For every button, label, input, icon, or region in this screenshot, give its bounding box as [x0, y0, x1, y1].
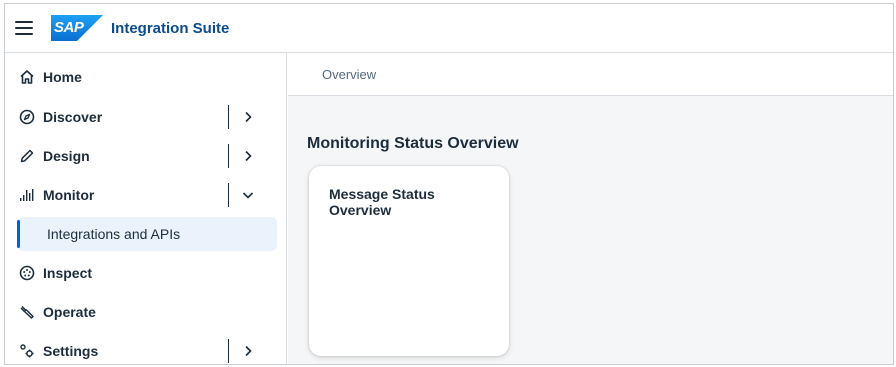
chevron-right-icon[interactable] [241, 344, 255, 358]
sidebar-item-settings[interactable]: Settings [5, 333, 287, 364]
sidebar-subitem-integrations-and-apis[interactable]: Integrations and APIs [17, 217, 277, 251]
main-content: Overview Monitoring Status Overview Mess… [288, 53, 893, 364]
settings-icon [19, 343, 35, 359]
sidebar-item-inspect[interactable]: Inspect [5, 255, 287, 291]
sidebar-item-label: Inspect [43, 265, 93, 281]
compass-icon [19, 109, 35, 125]
bar-chart-icon [19, 187, 35, 203]
sidebar-item-label: Discover [43, 109, 103, 125]
home-icon [19, 69, 35, 85]
breadcrumb-bar: Overview [288, 53, 893, 96]
pencil-icon [19, 148, 35, 164]
logo-text: SAP [54, 19, 84, 36]
card-title: Message Status Overview [329, 186, 435, 218]
app-frame: SAP Integration Suite Home Discover Desi… [4, 3, 894, 365]
chevron-down-icon[interactable] [241, 188, 255, 202]
sap-logo[interactable]: SAP [51, 15, 103, 41]
divider [228, 105, 229, 129]
sidebar-item-discover[interactable]: Discover [5, 99, 287, 135]
hamburger-icon[interactable] [15, 21, 33, 35]
sidebar-item-monitor[interactable]: Monitor [5, 177, 287, 213]
sidebar-item-label: Operate [43, 304, 96, 320]
divider [228, 339, 229, 363]
side-navigation: Home Discover Design Monitor Integration… [5, 53, 287, 364]
chevron-right-icon[interactable] [241, 149, 255, 163]
divider [228, 183, 229, 207]
sidebar-item-label: Home [43, 69, 82, 85]
shell-header: SAP Integration Suite [5, 4, 893, 53]
divider [228, 144, 229, 168]
sidebar-item-label: Design [43, 148, 90, 164]
chevron-right-icon[interactable] [241, 110, 255, 124]
sidebar-item-operate[interactable]: Operate [5, 294, 287, 330]
sidebar-item-home[interactable]: Home [5, 59, 287, 95]
product-title[interactable]: Integration Suite [111, 20, 229, 37]
breadcrumb[interactable]: Overview [322, 67, 376, 82]
sidebar-item-label: Monitor [43, 187, 95, 203]
section-title: Monitoring Status Overview [307, 135, 519, 152]
sidebar-item-design[interactable]: Design [5, 138, 287, 174]
inspect-icon [19, 265, 35, 281]
selection-indicator [17, 220, 20, 248]
wrench-icon [19, 304, 35, 320]
sidebar-item-label: Settings [43, 343, 99, 359]
sidebar-subitem-label: Integrations and APIs [47, 226, 181, 242]
message-status-overview-card[interactable]: Message Status Overview [309, 166, 509, 356]
